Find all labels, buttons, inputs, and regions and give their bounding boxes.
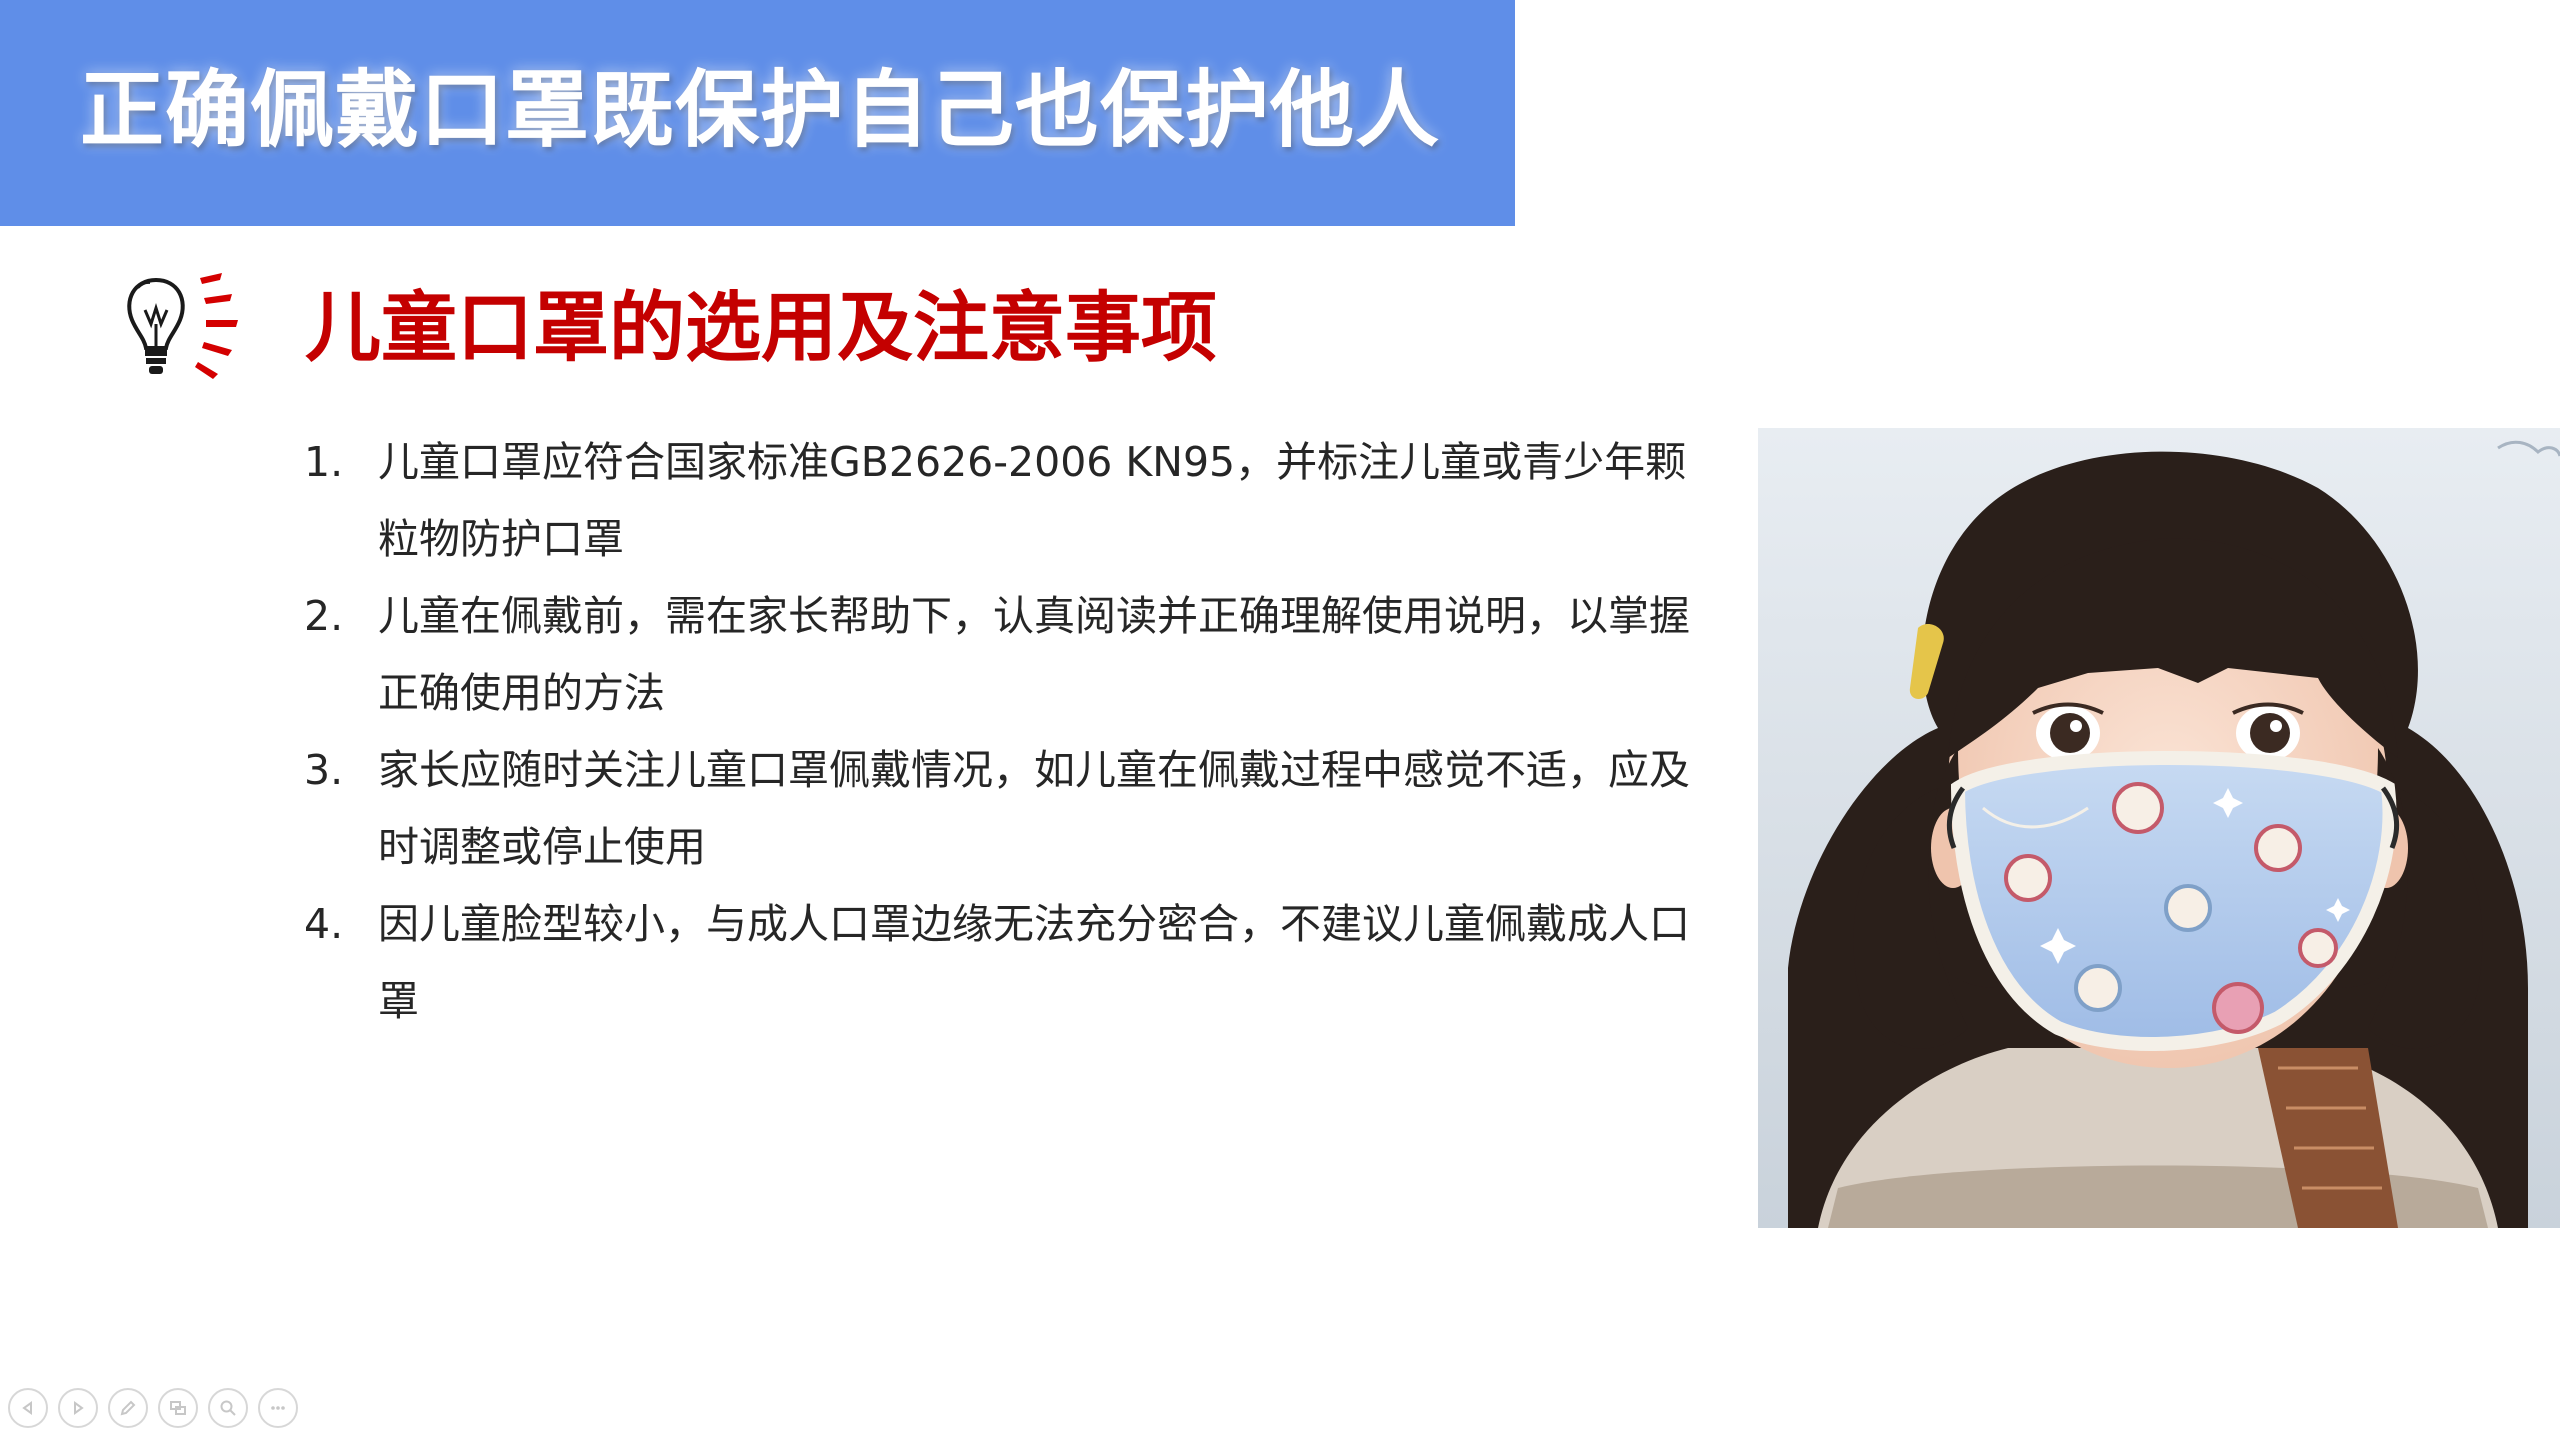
list-item: 2. 儿童在佩戴前，需在家长帮助下，认真阅读并正确理解使用说明，以掌握正确使用的… — [300, 578, 1720, 732]
child-wearing-mask-photo — [1758, 428, 2560, 1228]
list-item: 4. 因儿童脸型较小，与成人口罩边缘无法充分密合，不建议儿童佩戴成人口罩 — [300, 886, 1720, 1040]
slide-title: 正确佩戴口罩既保护自己也保护他人 — [80, 61, 1441, 159]
lightbulb-icon — [118, 270, 248, 385]
next-slide-icon[interactable] — [58, 1388, 98, 1428]
slides-grid-icon[interactable] — [158, 1388, 198, 1428]
more-options-icon[interactable] — [258, 1388, 298, 1428]
title-banner: 正确佩戴口罩既保护自己也保护他人 — [0, 0, 1515, 226]
list-item-number: 2. — [304, 592, 344, 640]
list-item: 3. 家长应随时关注儿童口罩佩戴情况，如儿童在佩戴过程中感觉不适，应及时调整或停… — [300, 732, 1720, 886]
list-item-text: 儿童在佩戴前，需在家长帮助下，认真阅读并正确理解使用说明，以掌握正确使用的方法 — [378, 592, 1690, 717]
previous-slide-icon[interactable] — [8, 1388, 48, 1428]
pen-icon[interactable] — [108, 1388, 148, 1428]
list-item-number: 1. — [304, 438, 344, 486]
list-item: 1. 儿童口罩应符合国家标准GB2626-2006 KN95，并标注儿童或青少年… — [300, 424, 1720, 578]
list-item-text: 因儿童脸型较小，与成人口罩边缘无法充分密合，不建议儿童佩戴成人口罩 — [378, 900, 1690, 1025]
list-item-text: 家长应随时关注儿童口罩佩戴情况，如儿童在佩戴过程中感觉不适，应及时调整或停止使用 — [378, 746, 1690, 871]
list-item-text: 儿童口罩应符合国家标准GB2626-2006 KN95，并标注儿童或青少年颗粒物… — [378, 438, 1687, 563]
notes-list: 1. 儿童口罩应符合国家标准GB2626-2006 KN95，并标注儿童或青少年… — [300, 424, 1720, 1040]
section-heading: 儿童口罩的选用及注意事项 — [305, 283, 1217, 372]
zoom-icon[interactable] — [208, 1388, 248, 1428]
slideshow-toolbar — [8, 1388, 298, 1436]
list-item-number: 3. — [304, 746, 344, 794]
slide: 正确佩戴口罩既保护自己也保护他人 儿童口罩的选用及注意事项 1. 儿童口罩应符合… — [0, 0, 2560, 1440]
list-item-number: 4. — [304, 900, 344, 948]
